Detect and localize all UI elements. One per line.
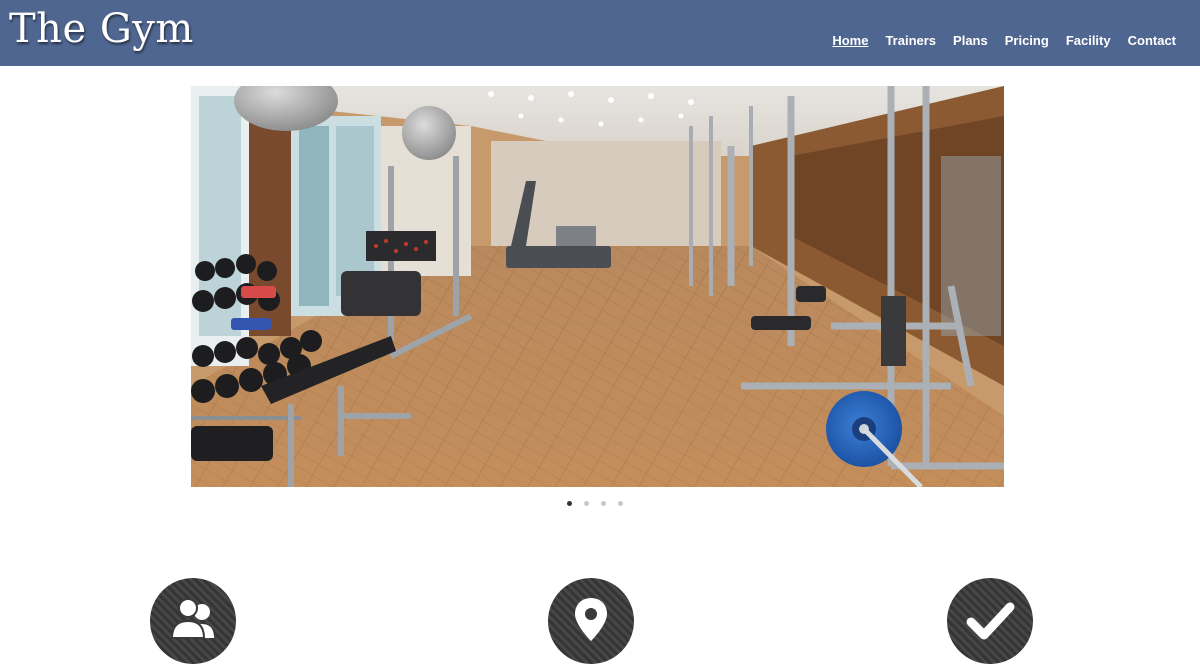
nav-link-home[interactable]: Home [832,33,868,48]
users-icon [170,598,214,639]
nav-link-facility[interactable]: Facility [1066,33,1111,48]
nav-link-pricing[interactable]: Pricing [1005,33,1049,48]
nav-link-trainers[interactable]: Trainers [885,33,936,48]
checkmark-icon [966,602,1015,640]
gym-photo [191,86,1004,487]
carousel-dot-4[interactable] [618,501,623,506]
nav-link-plans[interactable]: Plans [953,33,988,48]
carousel-dot-1[interactable] [567,501,572,506]
site-header: The Gym Home Trainers Plans Pricing Faci… [0,0,1200,66]
carousel-dot-3[interactable] [601,501,606,506]
feature-trainers-circle [150,578,236,664]
main-nav: Home Trainers Plans Pricing Facility Con… [815,33,1176,48]
feature-location-circle [548,578,634,664]
feature-plans-circle [947,578,1033,664]
carousel-indicators [567,501,623,506]
location-pin-icon [575,598,607,641]
nav-link-contact[interactable]: Contact [1128,33,1176,48]
hero-carousel-image [191,86,1004,487]
carousel-dot-2[interactable] [584,501,589,506]
site-logo[interactable]: The Gym [9,6,194,52]
